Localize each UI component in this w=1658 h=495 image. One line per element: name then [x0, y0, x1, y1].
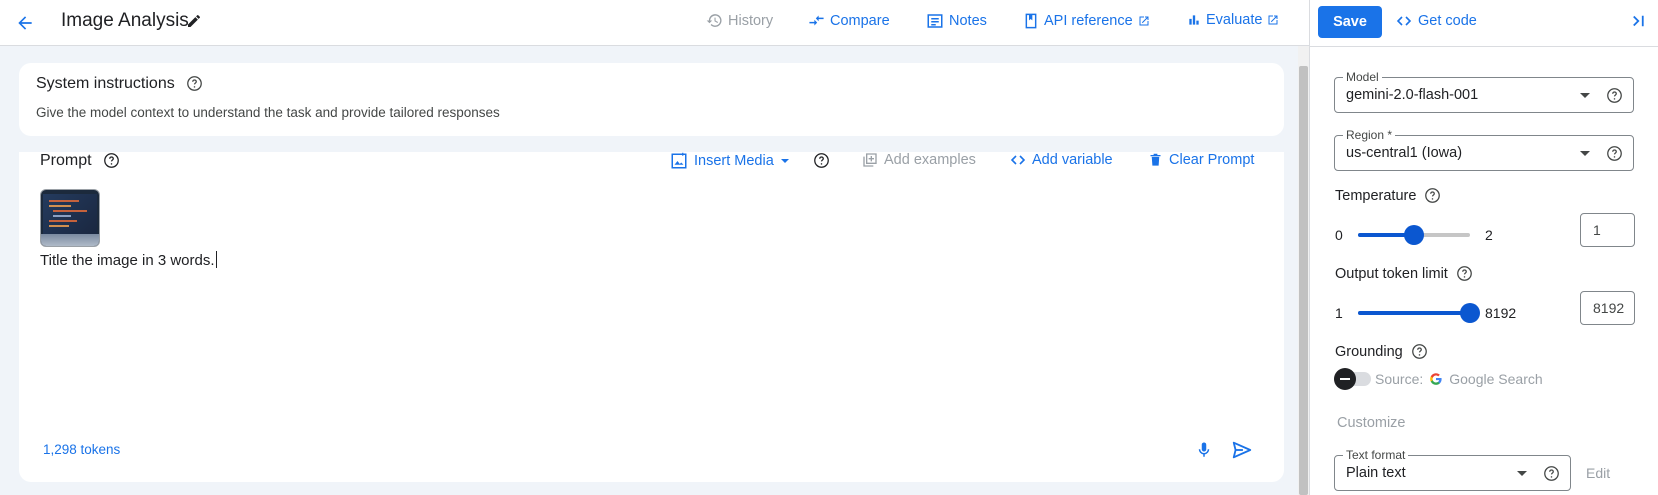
- evaluate-label: Evaluate: [1206, 12, 1263, 28]
- model-value: gemini-2.0-flash-001: [1346, 87, 1479, 103]
- collapse-panel-icon[interactable]: [1630, 12, 1648, 35]
- temperature-slider-handle[interactable]: [1404, 225, 1424, 245]
- history-icon: [706, 14, 722, 27]
- prompt-title: Prompt: [40, 152, 92, 169]
- temperature-max: 2: [1485, 227, 1493, 243]
- attached-image-thumbnail[interactable]: [40, 189, 100, 247]
- token-count: 1,298 tokens: [43, 442, 121, 457]
- clear-prompt-label: Clear Prompt: [1169, 152, 1255, 168]
- dropdown-arrow-icon: [1580, 93, 1590, 98]
- help-icon[interactable]: [186, 75, 203, 97]
- book-icon: [1025, 13, 1037, 29]
- text-format-label: Text format: [1343, 448, 1409, 462]
- help-icon[interactable]: [1424, 187, 1441, 204]
- help-icon[interactable]: [1606, 87, 1623, 109]
- get-code-button[interactable]: Get code: [1396, 13, 1477, 29]
- grounding-source: Source: Google Search: [1375, 371, 1543, 387]
- scrollbar-thumb[interactable]: [1299, 66, 1308, 495]
- region-select[interactable]: Region * us-central1 (Iowa): [1334, 128, 1634, 171]
- text-format-select[interactable]: Text format Plain text: [1334, 448, 1571, 491]
- help-icon[interactable]: [1456, 265, 1473, 282]
- pencil-icon[interactable]: [186, 13, 202, 29]
- divider: [1310, 46, 1658, 47]
- external-link-icon: [1139, 16, 1149, 26]
- send-icon[interactable]: [1231, 439, 1253, 466]
- save-button[interactable]: Save: [1318, 6, 1382, 38]
- google-logo-icon: [1430, 373, 1442, 385]
- external-link-icon: [1268, 15, 1278, 25]
- microphone-icon[interactable]: [1195, 441, 1213, 464]
- bar-chart-icon: [1189, 15, 1199, 25]
- output-token-limit-slider-handle[interactable]: [1460, 303, 1480, 323]
- prompt-input[interactable]: Title the image in 3 words.: [40, 251, 217, 269]
- compare-button[interactable]: Compare: [808, 12, 890, 29]
- grounding-section: Grounding: [1335, 343, 1428, 360]
- grounding-label: Grounding: [1335, 343, 1403, 360]
- output-token-limit-label: Output token limit: [1335, 265, 1448, 282]
- evaluate-link[interactable]: Evaluate: [1187, 12, 1279, 28]
- system-instructions-title: System instructions: [36, 75, 175, 92]
- api-reference-link[interactable]: API reference: [1023, 12, 1150, 30]
- settings-panel: Save Get code Model gemini-2.0-flash-001…: [1309, 0, 1658, 495]
- system-instructions-card[interactable]: System instructions Give the model conte…: [19, 63, 1284, 136]
- add-variable-button[interactable]: Add variable: [1010, 152, 1113, 168]
- compare-icon: [809, 15, 824, 26]
- output-token-limit-input[interactable]: 8192: [1580, 291, 1635, 325]
- get-code-label: Get code: [1418, 13, 1477, 29]
- api-reference-label: API reference: [1044, 13, 1133, 29]
- compare-label: Compare: [830, 12, 890, 29]
- top-header: Image Analysis History Compare Notes API…: [0, 0, 1309, 46]
- clear-prompt-button[interactable]: Clear Prompt: [1148, 152, 1254, 168]
- caret-down-icon: [780, 159, 789, 163]
- grounding-toggle[interactable]: [1334, 368, 1356, 390]
- model-select[interactable]: Model gemini-2.0-flash-001: [1334, 70, 1634, 113]
- notes-button[interactable]: Notes: [926, 12, 987, 30]
- help-icon[interactable]: [1543, 465, 1560, 487]
- help-icon[interactable]: [103, 152, 120, 174]
- code-brackets-icon: [1010, 155, 1026, 165]
- insert-media-label: Insert Media: [694, 153, 774, 169]
- output-token-limit-slider-fill: [1358, 311, 1470, 315]
- history-button[interactable]: History: [706, 12, 773, 29]
- text-format-value: Plain text: [1346, 465, 1406, 481]
- system-instructions-placeholder[interactable]: Give the model context to understand the…: [36, 105, 500, 120]
- notes-icon: [927, 14, 943, 28]
- dropdown-arrow-icon: [1580, 151, 1590, 156]
- code-brackets-icon: [1396, 16, 1412, 26]
- temperature-label: Temperature: [1335, 187, 1417, 204]
- notes-label: Notes: [949, 13, 987, 29]
- output-token-limit-max: 8192: [1485, 305, 1517, 321]
- add-variable-label: Add variable: [1032, 152, 1113, 168]
- insert-media-button[interactable]: Insert Media: [670, 152, 790, 170]
- add-examples-label: Add examples: [884, 152, 976, 168]
- temperature-input[interactable]: 1: [1580, 213, 1635, 247]
- history-label: History: [728, 12, 774, 29]
- region-label: Region *: [1343, 128, 1396, 142]
- back-arrow-icon[interactable]: [12, 10, 38, 36]
- add-box-icon: [863, 153, 877, 167]
- source-name: Google Search: [1449, 371, 1543, 387]
- model-label: Model: [1343, 70, 1382, 84]
- temperature-min: 0: [1335, 227, 1343, 243]
- trash-icon: [1150, 153, 1161, 166]
- output-token-limit-section: Output token limit: [1335, 265, 1473, 282]
- add-examples-button[interactable]: Add examples: [862, 152, 976, 168]
- region-value: us-central1 (Iowa): [1346, 145, 1463, 161]
- page-title: Image Analysis: [61, 10, 189, 31]
- help-icon[interactable]: [1411, 343, 1428, 360]
- image-icon: [671, 152, 687, 169]
- customize-label[interactable]: Customize: [1337, 415, 1406, 431]
- prompt-card: Prompt Insert Media Add examples Add var…: [19, 152, 1284, 482]
- temperature-section: Temperature: [1335, 187, 1441, 204]
- edit-text-format-button[interactable]: Edit: [1586, 465, 1610, 481]
- source-prefix: Source:: [1375, 371, 1424, 387]
- prompt-text: Title the image in 3 words.: [40, 252, 215, 269]
- dropdown-arrow-icon: [1517, 471, 1527, 476]
- help-icon[interactable]: [1606, 145, 1623, 167]
- media-help-icon[interactable]: [813, 152, 830, 169]
- output-token-limit-min: 1: [1335, 305, 1343, 321]
